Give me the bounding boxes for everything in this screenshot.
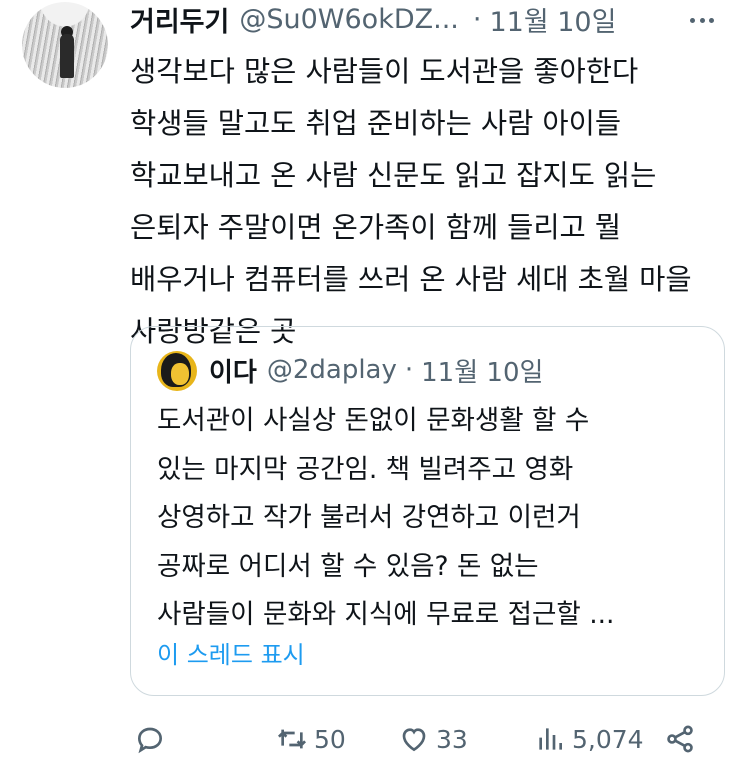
- heart-icon: [402, 728, 426, 752]
- retweet-icon: [277, 729, 307, 749]
- separator-dot: ·: [404, 355, 414, 385]
- quote-text-line: 상영하고 작가 불러서 강연하고 이런거: [157, 502, 581, 533]
- avatar-figure-body: [60, 34, 74, 78]
- share-icon: [667, 725, 693, 753]
- quote-header: 이다 @2daplay · 11월 10일: [209, 353, 544, 388]
- show-thread-link[interactable]: 이 스레드 표시: [157, 635, 305, 670]
- views-chart-icon: [539, 728, 562, 750]
- quote-text-line: 있는 마지막 공간임. 책 빌려주고 영화: [157, 453, 574, 485]
- more-dot-2: [699, 17, 705, 23]
- tweet-text-line: 학교보내고 온 사람 신문도 읽고 잡지도 읽는: [130, 159, 657, 192]
- quote-text-line: 사람들이 문화와 지식에 무료로 접근할 ...: [157, 599, 615, 630]
- tweet-text-line: 은퇴자 주말이면 온가족이 함께 들리고 뭘: [130, 211, 622, 244]
- tweet-text-line: 학생들 말고도 취업 준비하는 사람 아이들: [130, 107, 622, 140]
- tweet-date[interactable]: 11월 10일: [489, 0, 616, 39]
- like-count: 33: [436, 724, 468, 754]
- author-handle[interactable]: @Su0W6okDZ...: [239, 4, 459, 35]
- more-options-icon[interactable]: [690, 10, 714, 30]
- more-dot-3: [709, 17, 714, 23]
- share-button[interactable]: [664, 721, 696, 757]
- action-bar: 50 33 5,074: [130, 717, 730, 761]
- author-name[interactable]: 거리두기: [130, 0, 229, 39]
- tweet-text: 생각보다 많은 사람들이 도서관을 좋아한다 학생들 말고도 취업 준비하는 사…: [130, 46, 730, 358]
- avatar-face: [171, 363, 189, 385]
- retweet-button[interactable]: 50: [276, 721, 346, 757]
- views-button[interactable]: 5,074: [534, 721, 644, 757]
- tweet-text-line: 배우거나 컴퓨터를 쓰러 온 사람 세대 초월 마을: [130, 263, 692, 296]
- quote-author-name: 이다: [209, 357, 257, 388]
- retweet-count: 50: [314, 724, 346, 754]
- reply-icon: [137, 727, 163, 754]
- quote-text: 도서관이 사실상 돈없이 문화생활 할 수 있는 마지막 공간임. 책 빌려주고…: [157, 397, 707, 640]
- author-avatar[interactable]: [22, 2, 108, 88]
- reply-button[interactable]: [134, 721, 166, 757]
- quote-author-handle: @2daplay: [266, 355, 397, 385]
- views-count: 5,074: [572, 724, 644, 754]
- quote-text-line: 공짜로 어디서 할 수 있음? 돈 없는: [157, 550, 539, 582]
- like-button[interactable]: 33: [398, 721, 468, 757]
- tweet-header: 거리두기 @Su0W6okDZ... · 11월 10일: [130, 0, 616, 39]
- quote-author-avatar: [157, 351, 197, 391]
- separator-dot: ·: [472, 3, 482, 35]
- quote-date: 11월 10일: [421, 357, 544, 388]
- tweet-text-line: 생각보다 많은 사람들이 도서관을 좋아한다: [130, 55, 639, 88]
- quoted-tweet-card[interactable]: 이다 @2daplay · 11월 10일 도서관이 사실상 돈없이 문화생활 …: [130, 326, 725, 696]
- quote-text-line: 도서관이 사실상 돈없이 문화생활 할 수: [157, 405, 590, 436]
- more-dot-1: [690, 17, 695, 23]
